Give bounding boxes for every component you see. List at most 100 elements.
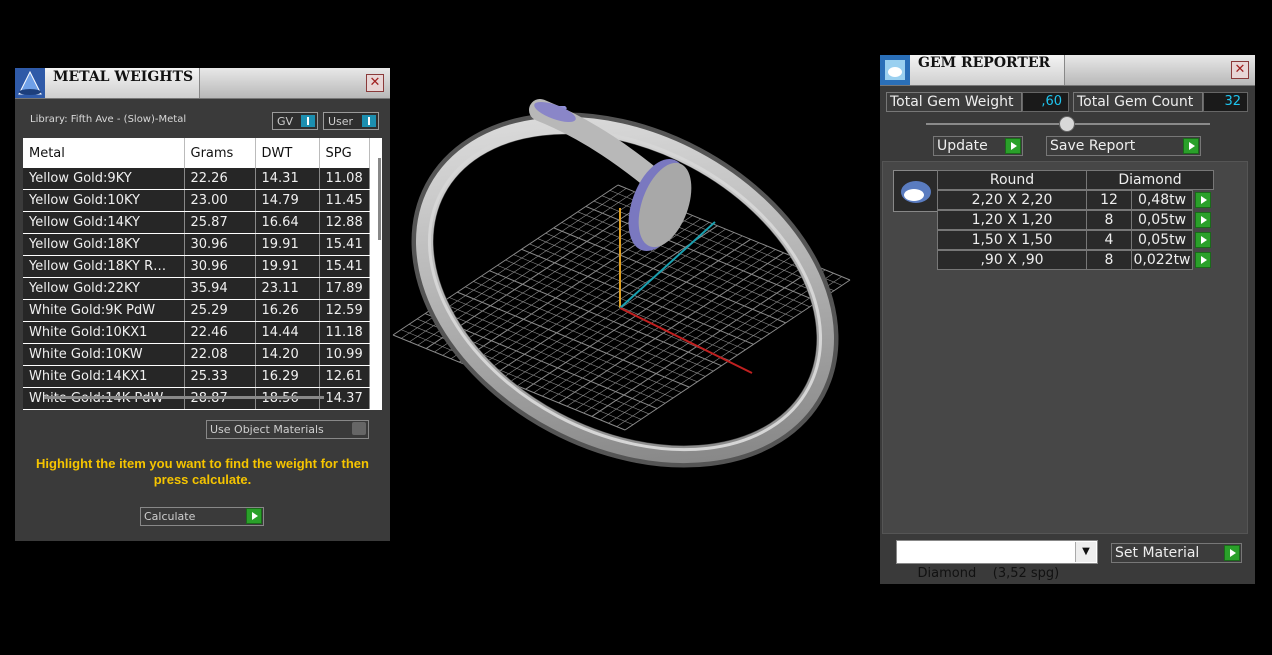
table-cell: 12.61	[319, 365, 370, 388]
gem-select-icon[interactable]	[1195, 232, 1211, 248]
gem-select-icon[interactable]	[1195, 252, 1211, 268]
horizontal-scrollbar[interactable]	[44, 396, 324, 399]
table-row[interactable]: Yellow Gold:18KY 30.96 19.91 15.41	[23, 233, 370, 256]
material-select[interactable]: Diamond (3,52 spg) ▼	[896, 540, 1098, 581]
metal-weights-close-icon[interactable]: ✕	[366, 74, 384, 92]
gem-select-icon[interactable]	[1195, 212, 1211, 228]
gem-weight: 0,48tw	[1131, 190, 1193, 210]
total-gem-weight-label: Total Gem Weight	[886, 92, 1022, 112]
table-cell: Yellow Gold:10KY	[23, 189, 185, 212]
play-icon	[1183, 138, 1199, 154]
user-toggle[interactable]: User	[323, 112, 379, 130]
gem-count: 12	[1086, 190, 1132, 210]
table-row[interactable]: Yellow Gold:9KY 22.26 14.31 11.08	[23, 168, 370, 190]
gem-count: 4	[1086, 230, 1132, 250]
gem-size: 1,20 X 1,20	[937, 210, 1087, 230]
column-header[interactable]: DWT	[255, 138, 320, 168]
table-cell: 12.88	[319, 211, 370, 234]
table-cell: 23.00	[184, 189, 256, 212]
save-report-button[interactable]: Save Report	[1046, 136, 1201, 156]
table-cell: White Gold:10KX1	[23, 321, 185, 344]
metal-table-container: Metal Grams DWT SPG Yellow Gold:9KY 22.26…	[23, 138, 382, 410]
gem-reporter-panel: GEM REPORTER ✕ Total Gem Weight ,60 Tota…	[880, 55, 1255, 584]
column-header[interactable]: SPG	[319, 138, 370, 168]
table-cell: 10.99	[319, 343, 370, 366]
table-cell: 14.37	[319, 387, 370, 410]
gem-select-icon[interactable]	[1195, 192, 1211, 208]
table-cell: 16.26	[255, 299, 320, 322]
table-row[interactable]: White Gold:9K PdW 25.29 16.26 12.59	[23, 299, 370, 322]
table-cell: Yellow Gold:18KY	[23, 233, 185, 256]
table-cell: 17.89	[319, 277, 370, 300]
toggle-switch-icon	[362, 115, 376, 127]
table-row[interactable]: Yellow Gold:18KY R… 30.96 19.91 15.41	[23, 255, 370, 278]
gem-size: ,90 X ,90	[937, 250, 1087, 270]
round-diamond-icon[interactable]	[893, 170, 939, 212]
column-header[interactable]: Metal	[23, 138, 185, 168]
table-cell: 22.46	[184, 321, 256, 344]
vertical-scrollbar[interactable]	[378, 158, 381, 240]
table-cell: 11.18	[319, 321, 370, 344]
table-row[interactable]: Yellow Gold:22KY 35.94 23.11 17.89	[23, 277, 370, 300]
table-row[interactable]: White Gold:10KW 22.08 14.20 10.99	[23, 343, 370, 366]
metal-weights-title: METAL WEIGHTS	[53, 69, 194, 85]
metal-weights-logo-icon	[15, 68, 45, 98]
table-row[interactable]: White Gold:10KX1 22.46 14.44 11.18	[23, 321, 370, 344]
table-cell: 23.11	[255, 277, 320, 300]
table-cell: 30.96	[184, 255, 256, 278]
toggle-switch-icon	[301, 115, 315, 127]
table-cell: 14.79	[255, 189, 320, 212]
table-cell: 15.41	[319, 255, 370, 278]
calculate-button[interactable]: Calculate	[140, 507, 264, 526]
table-cell: 19.91	[255, 233, 320, 256]
table-cell: 25.33	[184, 365, 256, 388]
play-icon	[246, 508, 262, 524]
table-row[interactable]: Yellow Gold:10KY 23.00 14.79 11.45	[23, 189, 370, 212]
table-cell: White Gold:9K PdW	[23, 299, 185, 322]
set-material-button[interactable]: Set Material	[1111, 543, 1242, 563]
table-cell: 19.91	[255, 255, 320, 278]
gv-toggle[interactable]: GV	[272, 112, 318, 130]
table-cell: 25.87	[184, 211, 256, 234]
table-cell: 35.94	[184, 277, 256, 300]
table-cell: 11.45	[319, 189, 370, 212]
gem-size: 2,20 X 2,20	[937, 190, 1087, 210]
chevron-down-icon[interactable]: ▼	[1075, 542, 1096, 562]
play-icon	[1224, 545, 1240, 561]
metal-table-header: Metal Grams DWT SPG	[23, 138, 370, 168]
table-row[interactable]: White Gold:14KX1 25.33 16.29 12.61	[23, 365, 370, 388]
table-row[interactable]: Yellow Gold:14KY 25.87 16.64 12.88	[23, 211, 370, 234]
table-cell: 12.59	[319, 299, 370, 322]
gem-size: 1,50 X 1,50	[937, 230, 1087, 250]
table-cell: 14.20	[255, 343, 320, 366]
table-cell: 22.08	[184, 343, 256, 366]
table-cell: 30.96	[184, 233, 256, 256]
table-cell: 25.29	[184, 299, 256, 322]
table-cell: 14.44	[255, 321, 320, 344]
table-cell: Yellow Gold:14KY	[23, 211, 185, 234]
3d-viewport[interactable]	[390, 90, 860, 510]
gem-count: 8	[1086, 250, 1132, 270]
gem-reporter-close-icon[interactable]: ✕	[1231, 61, 1249, 79]
gem-table: Round Diamond 2,20 X 2,20 12 0,48tw 1,20 X …	[937, 170, 1217, 270]
use-object-materials-toggle[interactable]: Use Object Materials	[206, 420, 369, 439]
table-cell: 11.08	[319, 168, 370, 190]
gem-weight: 0,022tw	[1131, 250, 1193, 270]
material-header: Diamond	[1086, 170, 1214, 190]
column-header[interactable]: Grams	[184, 138, 256, 168]
table-cell: White Gold:14KX1	[23, 365, 185, 388]
gem-reporter-titlebar[interactable]: GEM REPORTER ✕	[880, 55, 1255, 86]
gem-weight: 0,05tw	[1131, 210, 1193, 230]
total-gem-weight-value: ,60	[1022, 92, 1069, 112]
table-cell: 16.29	[255, 365, 320, 388]
play-icon	[1005, 138, 1021, 154]
update-button[interactable]: Update	[933, 136, 1023, 156]
gem-reporter-logo-icon	[880, 55, 910, 85]
table-cell: 14.31	[255, 168, 320, 190]
table-cell: Yellow Gold:22KY	[23, 277, 185, 300]
metal-weights-titlebar[interactable]: METAL WEIGHTS ✕	[15, 68, 390, 99]
slider-thumb-icon[interactable]	[1059, 116, 1075, 132]
total-gem-count-value: 32	[1203, 92, 1248, 112]
gem-count: 8	[1086, 210, 1132, 230]
library-label: Library: Fifth Ave - (Slow)-Metal	[30, 114, 187, 125]
